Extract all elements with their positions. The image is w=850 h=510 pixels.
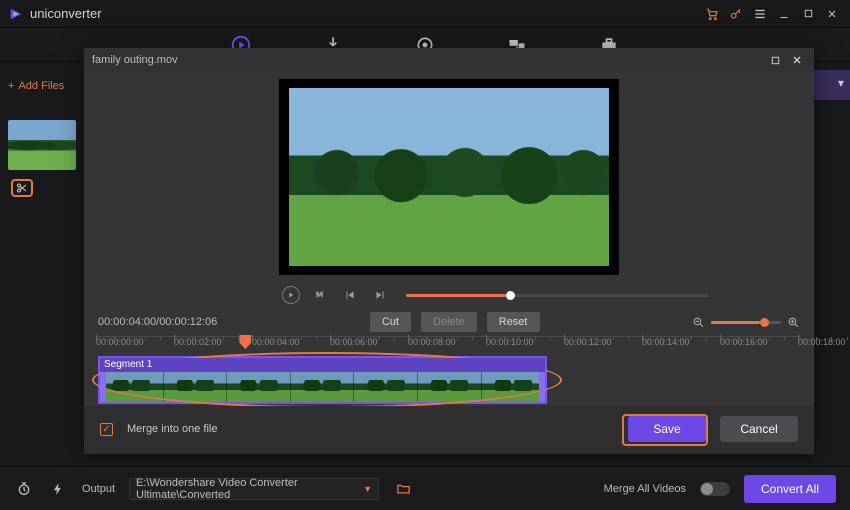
schedule-icon[interactable] <box>14 479 34 499</box>
app-logo-icon <box>8 6 24 22</box>
timeline-track[interactable]: Segment 1 <box>98 356 800 406</box>
key-icon[interactable] <box>726 4 746 24</box>
add-files-button[interactable]: + Add Files <box>8 80 84 92</box>
playback-controls <box>84 282 814 308</box>
progress-knob[interactable] <box>506 291 515 300</box>
segment-label: Segment 1 <box>100 358 545 372</box>
merge-all-label: Merge All Videos <box>604 483 686 495</box>
output-path-dropdown[interactable]: E:\Wondershare Video Converter Ultimate\… <box>129 478 379 500</box>
zoom-in-icon[interactable] <box>787 316 800 329</box>
ruler-tick: 00:00:16:00 <box>720 337 768 347</box>
time-total: 00:00:12:06 <box>159 316 217 328</box>
format-dropdown-collapsed[interactable]: ▾ <box>810 70 850 100</box>
play-button[interactable] <box>282 286 300 304</box>
chevron-down-icon: ▾ <box>838 76 844 90</box>
merge-label: Merge into one file <box>127 423 218 435</box>
trim-button[interactable] <box>11 179 33 197</box>
output-label: Output <box>82 483 115 495</box>
modal-filename: family outing.mov <box>92 54 178 66</box>
ruler-tick: 00:00:08:00 <box>408 337 456 347</box>
clip-thumbnail[interactable] <box>8 120 76 170</box>
modal-footer: ✓ Merge into one file Save Cancel <box>84 406 814 454</box>
gpu-icon[interactable] <box>48 479 68 499</box>
ruler-tick: 00:00:18:00 <box>798 337 846 347</box>
merge-all-toggle[interactable] <box>700 482 730 496</box>
playback-progress[interactable] <box>406 294 708 297</box>
playhead[interactable] <box>239 335 251 349</box>
scissors-icon <box>16 182 28 194</box>
zoom-out-icon[interactable] <box>692 316 705 329</box>
output-path-text: E:\Wondershare Video Converter Ultimate\… <box>136 477 363 501</box>
snapshot-button[interactable] <box>310 285 330 305</box>
video-content <box>289 88 609 266</box>
trim-editor-modal: family outing.mov 00:00:04:00/00:00:12:0… <box>84 48 814 454</box>
trim-controls-row: 00:00:04:00/00:00:12:06 Cut Delete Reset <box>84 308 814 336</box>
video-preview <box>84 72 814 282</box>
segment-handle-right[interactable] <box>539 372 545 402</box>
segment-1[interactable]: Segment 1 <box>98 356 547 404</box>
timecode: 00:00:04:00/00:00:12:06 <box>98 316 217 328</box>
progress-fill <box>406 294 506 297</box>
plus-icon: + <box>8 80 14 92</box>
segment-handle-left[interactable] <box>100 372 106 402</box>
modal-maximize-icon[interactable] <box>766 51 784 69</box>
zoom-slider[interactable] <box>711 321 781 324</box>
left-column: + Add Files <box>0 62 84 200</box>
timeline-ruler[interactable]: 00:00:00:00 00:00:02:00 00:00:04:00 00:00:0… <box>98 336 800 354</box>
cart-icon[interactable] <box>702 4 722 24</box>
convert-all-button[interactable]: Convert All <box>744 475 836 503</box>
thumbnail-image <box>8 120 76 170</box>
ruler-tick: 00:00:06:00 <box>330 337 378 347</box>
merge-checkbox[interactable]: ✓ <box>100 423 113 436</box>
delete-button[interactable]: Delete <box>421 312 477 332</box>
zoom-knob[interactable] <box>760 318 769 327</box>
app-title: uniconverter <box>30 6 102 21</box>
app-footer: Output E:\Wondershare Video Converter Ul… <box>0 466 850 510</box>
modal-header: family outing.mov <box>84 48 814 72</box>
open-folder-icon[interactable] <box>393 479 413 499</box>
ruler-tick: 00:00:00:00 <box>96 337 144 347</box>
ruler-tick: 00:00:10:00 <box>486 337 534 347</box>
zoom-control <box>692 316 800 329</box>
modal-close-icon[interactable] <box>788 51 806 69</box>
save-button[interactable]: Save <box>628 416 706 442</box>
ruler-tick: 00:00:04:00 <box>252 337 300 347</box>
video-frame[interactable] <box>279 79 619 275</box>
close-icon[interactable] <box>822 4 842 24</box>
add-files-label: Add Files <box>18 80 64 92</box>
next-frame-button[interactable] <box>370 285 390 305</box>
ruler-tick: 00:00:02:00 <box>174 337 222 347</box>
reset-button[interactable]: Reset <box>487 312 540 332</box>
ruler-tick: 00:00:14:00 <box>642 337 690 347</box>
cut-button[interactable]: Cut <box>370 312 411 332</box>
menu-icon[interactable] <box>750 4 770 24</box>
timeline: 00:00:00:00 00:00:02:00 00:00:04:00 00:00:0… <box>84 336 814 406</box>
titlebar: uniconverter <box>0 0 850 28</box>
time-current: 00:00:04:00 <box>98 316 156 328</box>
filmstrip <box>100 372 545 402</box>
minimize-icon[interactable] <box>774 4 794 24</box>
cancel-button[interactable]: Cancel <box>720 416 798 442</box>
chevron-down-icon: ▼ <box>363 484 372 494</box>
prev-frame-button[interactable] <box>340 285 360 305</box>
ruler-tick: 00:00:12:00 <box>564 337 612 347</box>
maximize-icon[interactable] <box>798 4 818 24</box>
